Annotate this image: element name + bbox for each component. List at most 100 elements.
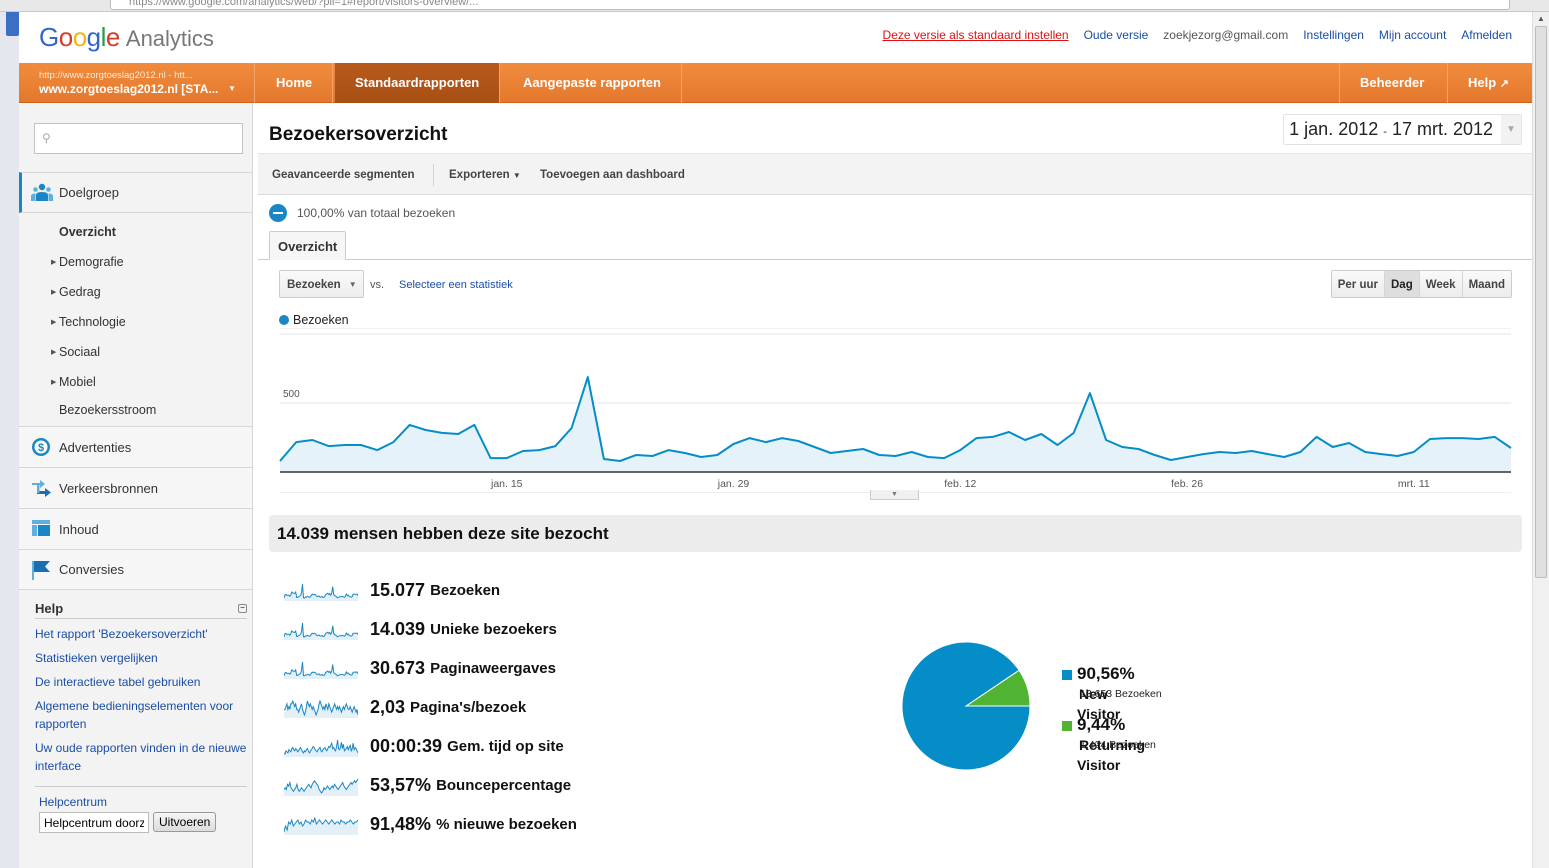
metric-value: 91,48% xyxy=(370,814,432,834)
sidebar-sub-demographics[interactable]: ▶ Demografie xyxy=(51,255,124,269)
audience-icon xyxy=(31,183,53,203)
help-panel: Help − Het rapport 'Bezoekersoverzicht' S… xyxy=(35,601,247,775)
sparkline-area xyxy=(284,817,358,835)
profile-url: http://www.zorgtoeslag2012.nl - htt... xyxy=(39,70,193,81)
scroll-up-icon[interactable]: ▲ xyxy=(1537,14,1545,23)
page-scrollbar[interactable]: ▲ xyxy=(1532,12,1549,868)
sparkline xyxy=(284,698,358,718)
nav-admin[interactable]: Beheerder xyxy=(1339,63,1444,103)
nav-custom-reports[interactable]: Aangepaste rapporten xyxy=(503,63,682,103)
metric-select-value: Bezoeken xyxy=(287,279,341,291)
help-link[interactable]: De interactieve tabel gebruiken xyxy=(35,673,247,691)
my-account-link[interactable]: Mijn account xyxy=(1379,28,1446,42)
help-center-go-button[interactable]: Uitvoeren xyxy=(153,812,217,832)
metric-select[interactable]: Bezoeken ▼ xyxy=(279,270,364,298)
google-analytics-logo[interactable]: Google Analytics xyxy=(39,22,214,53)
metric-label: Unieke bezoekers xyxy=(430,621,557,638)
sidebar-item-audience[interactable]: Doelgroep xyxy=(19,172,252,213)
pie-slice-new-visitor[interactable] xyxy=(901,641,1031,771)
metric-value: 15.077 xyxy=(370,580,426,600)
metric-row[interactable]: 00:00:39 Gem. tijd op site xyxy=(284,727,577,766)
metrics-list: 15.077 Bezoeken 14.039 Unieke bezoekers 30.6… xyxy=(284,571,577,844)
help-link[interactable]: Algemene bedieningselementen voor rappor… xyxy=(35,697,247,733)
help-link[interactable]: Uw oude rapporten vinden in de nieuwe in… xyxy=(35,739,247,775)
legend-swatch xyxy=(1062,670,1072,680)
segment-indicator: 100,00% van totaal bezoeken xyxy=(269,204,455,222)
sparkline xyxy=(284,778,358,796)
expand-triangle-icon: ▶ xyxy=(51,289,57,296)
sidebar-sub-behavior[interactable]: ▶ Gedrag xyxy=(51,285,101,299)
tab-overview[interactable]: Overzicht xyxy=(269,231,347,260)
edge-tab xyxy=(6,12,19,36)
sign-out-link[interactable]: Afmelden xyxy=(1461,28,1512,42)
sparkline xyxy=(284,661,358,679)
date-range-picker[interactable]: 1 jan. 2012 - 17 mrt. 2012 ▼ xyxy=(1283,114,1522,145)
url-field[interactable]: https://www.google.com/analytics/web/?pl… xyxy=(110,0,1510,10)
granularity-day[interactable]: Dag xyxy=(1384,271,1419,297)
sidebar-sub-technology[interactable]: ▶ Technologie xyxy=(51,315,126,329)
sidebar-item-label: Doelgroep xyxy=(59,185,119,200)
metric-row[interactable]: 53,57% Bouncepercentage xyxy=(284,766,577,805)
legend-label: Bezoeken xyxy=(293,313,349,327)
collapse-icon[interactable]: − xyxy=(238,604,247,613)
granularity-month[interactable]: Maand xyxy=(1461,271,1511,297)
export-button[interactable]: Exporteren ▼ xyxy=(449,169,521,181)
sidebar-item-advertising[interactable]: $ Advertenties xyxy=(19,426,252,467)
nav-help[interactable]: Help ↗ xyxy=(1447,63,1529,103)
chevron-down-icon: ▼ xyxy=(348,280,357,289)
old-version-link[interactable]: Oude versie xyxy=(1084,28,1149,42)
sidebar-item-traffic-sources[interactable]: Verkeersbronnen xyxy=(19,467,252,508)
nav-home[interactable]: Home xyxy=(256,63,334,103)
visits-line-chart[interactable]: 500 1.000 jan. 15 jan. 29 feb. 12 feb. 26 mrt.… xyxy=(258,328,1532,493)
top-header: Google Analytics Deze versie als standaar… xyxy=(19,12,1532,63)
sidebar-sub-social[interactable]: ▶ Sociaal xyxy=(51,345,100,359)
sidebar-item-content[interactable]: Inhoud xyxy=(19,508,252,549)
x-tick-label: jan. 29 xyxy=(717,478,750,490)
sub-label: Overzicht xyxy=(59,225,116,239)
toolbar-divider xyxy=(433,164,434,186)
expand-triangle-icon: ▶ xyxy=(51,379,57,386)
help-center: Helpcentrum Uitvoeren xyxy=(35,786,247,833)
settings-link[interactable]: Instellingen xyxy=(1303,28,1364,42)
metric-row[interactable]: 30.673 Paginaweergaves xyxy=(284,649,577,688)
granularity-hour[interactable]: Per uur xyxy=(1331,271,1384,297)
advanced-segments-button[interactable]: Geavanceerde segmenten xyxy=(272,169,415,181)
chart-expand-handle[interactable]: ▼ xyxy=(870,490,919,500)
legend-sub: 1.424 Bezoeken xyxy=(1080,739,1156,751)
visitor-type-pie-chart[interactable] xyxy=(901,641,1031,771)
visitors-summary: 14.039 mensen hebben deze site bezocht xyxy=(269,515,1522,552)
analytics-logo-text: Analytics xyxy=(125,26,214,51)
scrollbar-thumb[interactable] xyxy=(1535,26,1547,578)
sidebar-sub-visitor-flow[interactable]: Bezoekersstroom xyxy=(59,403,156,417)
metric-row[interactable]: 91,48%% nieuwe bezoeken xyxy=(284,805,577,844)
select-statistic-link[interactable]: Selecteer een statistiek xyxy=(399,279,513,291)
granularity-week[interactable]: Week xyxy=(1418,271,1462,297)
metric-row[interactable]: 2,03 Pagina's/bezoek xyxy=(284,688,577,727)
help-center-link[interactable]: Helpcentrum xyxy=(39,795,247,809)
series-area xyxy=(280,377,1511,472)
profile-selector[interactable]: http://www.zorgtoeslag2012.nl - htt... w… xyxy=(19,63,255,103)
add-to-dashboard-button[interactable]: Toevoegen aan dashboard xyxy=(540,169,685,181)
sidebar-sub-mobile[interactable]: ▶ Mobiel xyxy=(51,375,96,389)
nav-standard-reports[interactable]: Standaardrapporten xyxy=(335,63,501,103)
pct-value: 9,44% xyxy=(1077,715,1126,734)
help-link[interactable]: Statistieken vergelijken xyxy=(35,649,247,667)
sidebar-item-conversions[interactable]: Conversies xyxy=(19,549,252,590)
page-title: Bezoekersoverzicht xyxy=(269,124,448,145)
set-default-version-link[interactable]: Deze versie als standaard instellen xyxy=(882,28,1068,42)
legend-dot xyxy=(279,315,289,325)
profile-name: www.zorgtoeslag2012.nl [STA... xyxy=(39,82,219,96)
help-center-search-input[interactable] xyxy=(39,812,149,833)
help-link[interactable]: Het rapport 'Bezoekersoverzicht' xyxy=(35,625,247,643)
report-main: Bezoekersoverzicht 1 jan. 2012 - 17 mrt.… xyxy=(258,103,1532,868)
chevron-down-icon: ▼ xyxy=(1501,115,1521,144)
sidebar-sub-overview[interactable]: Overzicht xyxy=(59,225,116,239)
metric-row[interactable]: 14.039 Unieke bezoekers xyxy=(284,610,577,649)
logo-letter: e xyxy=(105,22,120,52)
sidebar-search-input[interactable]: ⚲ xyxy=(34,123,243,154)
metric-label: Paginaweergaves xyxy=(430,660,556,677)
help-title: Help − xyxy=(35,601,247,619)
expand-triangle-icon: ▶ xyxy=(51,349,57,356)
metric-row[interactable]: 15.077 Bezoeken xyxy=(284,571,577,610)
metric-label: Pagina's/bezoek xyxy=(410,699,527,716)
